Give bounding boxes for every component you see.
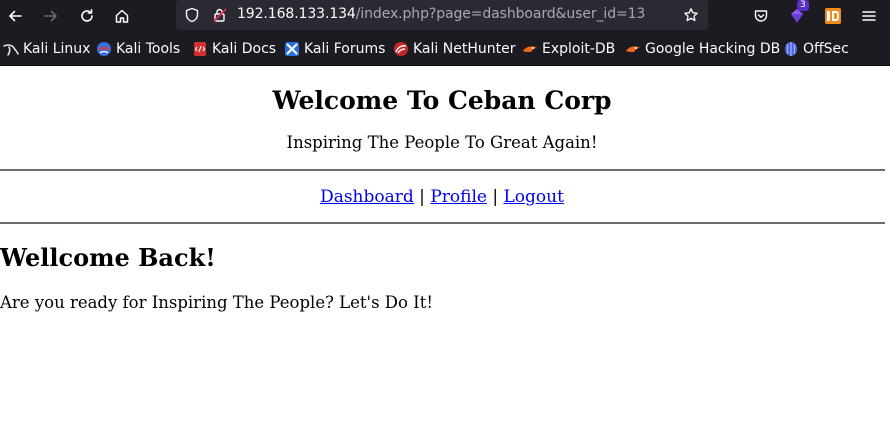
bookmark-kali-docs[interactable]: Kali Docs	[192, 40, 276, 58]
nav-menu: Dashboard | Profile | Logout	[0, 187, 884, 207]
bookmark-label: Kali NetHunter	[413, 41, 516, 57]
bookmark-kali-linux[interactable]: Kali Linux	[3, 40, 90, 58]
bookmark-label: Google Hacking DB	[645, 41, 781, 57]
address-bar[interactable]: 192.168.133.134/index.php?page=dashboard…	[176, 0, 708, 30]
kali-dragon-icon	[3, 41, 19, 57]
arrow-left-icon	[9, 10, 22, 22]
bookmark-star-icon[interactable]	[683, 7, 699, 23]
bookmark-label: Kali Tools	[116, 41, 181, 57]
welcome-heading: Wellcome Back!	[0, 243, 216, 272]
kali-docs-icon	[192, 41, 208, 57]
kali-forums-icon	[284, 41, 300, 57]
reload-icon	[81, 9, 93, 22]
bookmark-label: Kali Linux	[23, 41, 91, 57]
forward-button[interactable]	[38, 3, 64, 29]
home-icon	[115, 9, 129, 23]
offsec-icon	[783, 41, 799, 57]
bookmark-google-hacking-db[interactable]: Google Hacking DB	[625, 40, 780, 58]
bookmark-label: OffSec	[803, 41, 849, 57]
nethunter-icon	[393, 41, 409, 57]
divider-top	[0, 169, 885, 171]
kali-tools-icon	[96, 41, 112, 57]
back-button[interactable]	[2, 3, 28, 29]
bookmark-label: Exploit-DB	[542, 41, 616, 57]
reload-button[interactable]	[74, 3, 100, 29]
bookmark-offsec[interactable]: OffSec	[783, 40, 849, 58]
url-host: 192.168.133.134	[237, 6, 356, 22]
extension-badge: 3	[797, 0, 809, 11]
bookmarks-bar: Kali Linux Kali Tools Kali Docs Kali For…	[0, 32, 890, 66]
url-path: /index.php?page=dashboard&user_id=13	[355, 6, 646, 22]
web-page: Welcome To Ceban Corp Inspiring The Peop…	[0, 66, 890, 425]
bookmark-label: Kali Forums	[304, 41, 386, 57]
welcome-message: Are you ready for Inspiring The People? …	[0, 293, 433, 312]
ip-icon	[825, 8, 841, 24]
bookmark-label: Kali Docs	[212, 41, 277, 57]
site-title: Welcome To Ceban Corp	[272, 86, 612, 115]
exploit-db-icon	[522, 41, 538, 57]
site-subtitle: Inspiring The People To Great Again!	[286, 133, 598, 152]
bookmark-kali-nethunter[interactable]: Kali NetHunter	[393, 40, 515, 58]
ip-extension-button[interactable]	[821, 4, 845, 28]
divider-bottom	[0, 222, 885, 224]
logout-link[interactable]: Logout	[504, 187, 564, 207]
nav-separator: |	[419, 187, 425, 207]
bookmark-kali-forums[interactable]: Kali Forums	[284, 40, 385, 58]
pocket-button[interactable]	[749, 4, 773, 28]
menu-button[interactable]	[857, 4, 881, 28]
shield-icon[interactable]	[184, 7, 200, 23]
bookmark-kali-tools[interactable]: Kali Tools	[96, 40, 180, 58]
url-text[interactable]: 192.168.133.134/index.php?page=dashboard…	[237, 6, 645, 22]
home-button[interactable]	[109, 3, 135, 29]
profile-link[interactable]: Profile	[430, 187, 487, 207]
hamburger-menu-icon	[862, 11, 876, 21]
arrow-right-icon	[44, 10, 57, 22]
nav-separator: |	[492, 187, 499, 207]
bookmark-exploit-db[interactable]: Exploit-DB	[522, 40, 615, 58]
ghdb-icon	[625, 41, 641, 57]
extension-button[interactable]: 3	[785, 0, 809, 28]
dashboard-link[interactable]: Dashboard	[320, 187, 414, 207]
pocket-icon	[754, 10, 768, 22]
browser-toolbar: 192.168.133.134/index.php?page=dashboard…	[0, 0, 890, 32]
insecure-lock-icon[interactable]	[212, 7, 228, 23]
